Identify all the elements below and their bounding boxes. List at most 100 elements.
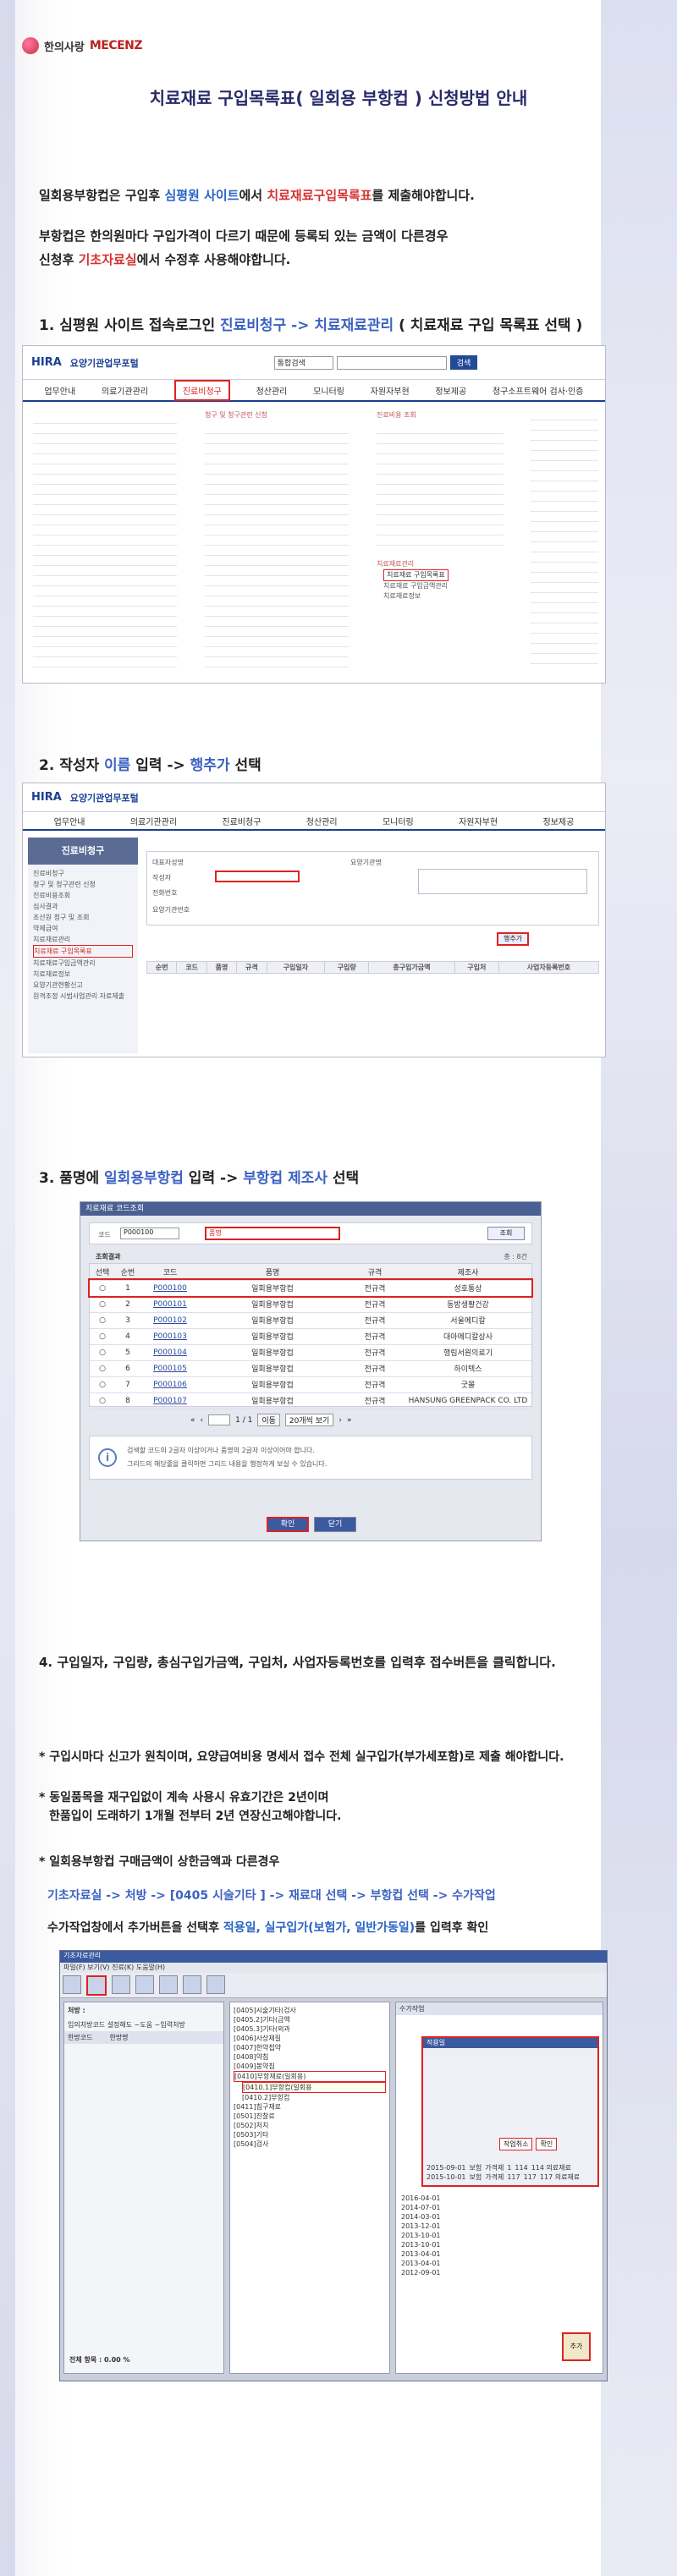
prescription-icon[interactable] xyxy=(86,1975,107,1996)
menu-item[interactable]: 치료재료정보 xyxy=(383,591,449,601)
nav-item[interactable]: 모니터링 xyxy=(383,815,414,827)
toolbar-icon[interactable] xyxy=(112,1975,130,1994)
page-input[interactable] xyxy=(208,1414,231,1425)
result-row[interactable]: ○ 6 P000105 일회용부항컵 전규격 하이텍스 xyxy=(90,1360,531,1377)
sidebar-item[interactable]: 조산원 청구 및 조회 xyxy=(33,912,133,923)
nav-item[interactable]: 업무안내 xyxy=(44,384,75,397)
close-button[interactable]: 닫기 xyxy=(314,1517,356,1532)
search-select[interactable]: 통합검색 xyxy=(273,355,333,370)
sidebar-item[interactable]: 치료재료구입금액관리 xyxy=(33,958,133,969)
search-button[interactable]: 검색 xyxy=(449,355,478,370)
toolbar-icon[interactable] xyxy=(135,1975,154,1994)
row-select-radio[interactable]: ○ xyxy=(90,1392,115,1409)
toolbar-icon[interactable] xyxy=(63,1975,81,1994)
toolbar-icon[interactable] xyxy=(206,1975,225,1994)
result-row[interactable]: ○ 4 P000103 일회용부항컵 전규격 대아메디칼상사 xyxy=(90,1328,531,1345)
date-row[interactable]: 2013-10-01 xyxy=(401,2231,441,2240)
tree-item[interactable]: [0504]검사 xyxy=(234,2139,386,2149)
toolbar-icon[interactable] xyxy=(183,1975,201,1994)
nav-item[interactable]: 자원자부현 xyxy=(459,815,498,827)
menu-item-purchase-list[interactable]: 치료재료 구입목록표 xyxy=(383,569,449,581)
date-row[interactable]: 2013-10-01 xyxy=(401,2240,441,2249)
add-button[interactable]: 추가 xyxy=(562,2332,591,2361)
tree-item-selected[interactable]: [0410.1]부항컵(일회용 xyxy=(242,2082,386,2093)
result-row[interactable]: ○ 1 P000100 일회용부항컵 전규격 성호통상 xyxy=(88,1278,533,1298)
name-search-input[interactable]: 품명 xyxy=(205,1227,340,1240)
date-row[interactable]: 2012-09-01 xyxy=(401,2268,441,2277)
sidebar-item[interactable]: 진료비청구 xyxy=(33,868,133,879)
go-button[interactable]: 이동 xyxy=(257,1414,280,1426)
nav-item[interactable]: 진료비청구 xyxy=(222,815,261,827)
sidebar-item[interactable]: 진료비용조회 xyxy=(33,890,133,901)
result-row[interactable]: ○ 8 P000107 일회용부항컵 전규격 HANSUNG GREENPACK CO. … xyxy=(90,1392,531,1409)
tree-item[interactable]: [0405]시술기타(검사 xyxy=(234,2006,386,2015)
toolbar-icon[interactable] xyxy=(159,1975,178,1994)
tree-item[interactable]: [0409]봉약침 xyxy=(234,2062,386,2071)
menu-item[interactable]: 치료재료 구입금액관리 xyxy=(383,581,449,591)
nav-item-active[interactable]: 진료비청구 xyxy=(173,379,230,401)
row-select-radio[interactable]: ○ xyxy=(90,1312,115,1329)
date-row[interactable]: 2013-04-01 xyxy=(401,2259,441,2268)
sidebar-item[interactable]: 원격조정 시범사업관리 자료제출 xyxy=(33,991,133,1002)
result-row[interactable]: ○ 5 P000104 일회용부항컵 전규격 행림서원의료기 xyxy=(90,1344,531,1361)
writer-name-input[interactable] xyxy=(215,871,300,882)
last-page-icon[interactable]: » xyxy=(347,1416,352,1425)
tree-item[interactable]: [0411]침구재료 xyxy=(234,2102,386,2112)
row-select-radio[interactable]: ○ xyxy=(90,1360,115,1377)
sidebar-item[interactable]: 치료재료정보 xyxy=(33,969,133,980)
tree-item[interactable]: [0405.3]기타(외과 xyxy=(234,2024,386,2034)
tree-item[interactable]: [0503]기타 xyxy=(234,2130,386,2139)
sidebar-item[interactable]: 심사결과 xyxy=(33,901,133,912)
price-row[interactable]: 2015-10-01 보험 가격제 117 117 117 의료재료 xyxy=(427,2172,596,2182)
sidebar-item[interactable]: 요양기관현황신고 xyxy=(33,980,133,991)
sidebar-item[interactable]: 청구 및 청구관련 신청 xyxy=(33,879,133,890)
nav-item[interactable]: 청구소프트웨어 검사·인증 xyxy=(493,384,584,397)
ok-button[interactable]: 확인 xyxy=(267,1517,309,1532)
cancel-button[interactable]: 작업취소 xyxy=(499,2138,533,2150)
sidebar-item-active[interactable]: 치료재료 구입목록표 xyxy=(33,945,133,958)
nav-item[interactable]: 의료기관관리 xyxy=(102,384,148,397)
result-row[interactable]: ○ 3 P000102 일회용부항컵 전규격 서울메디칼 xyxy=(90,1312,531,1329)
first-page-icon[interactable]: « xyxy=(190,1416,195,1425)
tree-item[interactable]: [0501]진찰료 xyxy=(234,2112,386,2121)
result-row[interactable]: ○ 2 P000101 일회용부항컵 전규격 동방생활건강 xyxy=(90,1296,531,1313)
code-input[interactable]: P000100 xyxy=(120,1228,179,1239)
memo-input[interactable] xyxy=(418,869,587,894)
date-row[interactable]: 2014-07-01 xyxy=(401,2203,441,2212)
page-size-select[interactable]: 20개씩 보기 xyxy=(284,1414,334,1426)
price-row[interactable]: 2015-09-01 보험 가격제 1 114 114 의료재료 xyxy=(427,2163,596,2172)
tree-item[interactable]: [0405.2]기타(금액 xyxy=(234,2015,386,2024)
nav-item[interactable]: 의료기관관리 xyxy=(130,815,177,827)
nav-item[interactable]: 청산관리 xyxy=(306,815,338,827)
nav-item[interactable]: 모니터링 xyxy=(313,384,344,397)
add-row-button[interactable]: 행추가 xyxy=(497,932,529,946)
sidebar-item[interactable]: 약제급여 xyxy=(33,923,133,934)
row-select-radio[interactable]: ○ xyxy=(90,1328,115,1345)
search-input[interactable] xyxy=(336,355,447,370)
tree-item[interactable]: [0502]처치 xyxy=(234,2121,386,2130)
nav-item[interactable]: 정보제공 xyxy=(435,384,466,397)
result-row[interactable]: ○ 7 P000106 일회용부항컵 전규격 굿몰 xyxy=(90,1376,531,1393)
nav-item[interactable]: 청산관리 xyxy=(256,384,288,397)
date-row[interactable]: 2013-04-01 xyxy=(401,2249,441,2259)
date-row[interactable]: 2014-03-01 xyxy=(401,2212,441,2222)
tree-item[interactable]: [0410]부항재료(일회용) xyxy=(234,2071,386,2082)
sidebar-item[interactable]: 치료재료관리 xyxy=(33,934,133,945)
next-page-icon[interactable]: › xyxy=(338,1416,342,1425)
prev-page-icon[interactable]: ‹ xyxy=(201,1416,204,1425)
date-row[interactable]: 2013-12-01 xyxy=(401,2222,441,2231)
nav-item[interactable]: 자원자부현 xyxy=(371,384,410,397)
search-button[interactable]: 조회 xyxy=(487,1227,525,1240)
row-select-radio[interactable]: ○ xyxy=(90,1376,115,1393)
ok-button[interactable]: 확인 xyxy=(536,2138,558,2150)
nav-item[interactable]: 업무안내 xyxy=(54,815,85,827)
tree-item[interactable]: [0410.2]부항컵 xyxy=(242,2093,386,2102)
tree-item[interactable]: [0407]한약첩약 xyxy=(234,2043,386,2052)
row-select-radio[interactable]: ○ xyxy=(90,1280,115,1297)
date-row[interactable]: 2016-04-01 xyxy=(401,2194,441,2203)
row-select-radio[interactable]: ○ xyxy=(90,1296,115,1313)
tree-item[interactable]: [0406]사상체질 xyxy=(234,2034,386,2043)
nav-item[interactable]: 정보제공 xyxy=(542,815,574,827)
tree-item[interactable]: [0408]약침 xyxy=(234,2052,386,2062)
row-select-radio[interactable]: ○ xyxy=(90,1344,115,1361)
